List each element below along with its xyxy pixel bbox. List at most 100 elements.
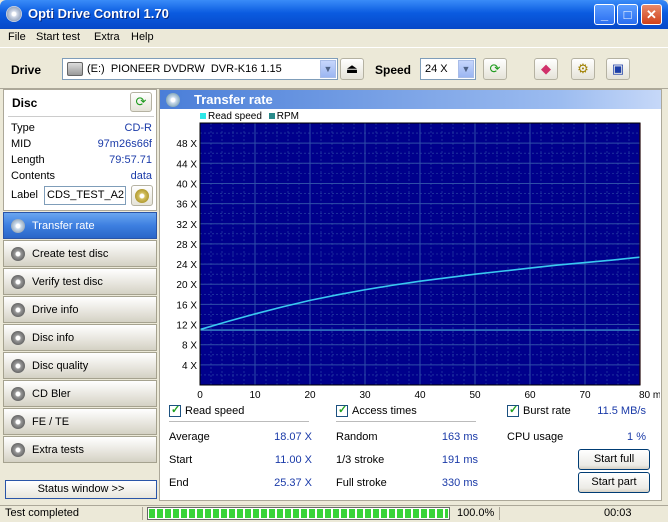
start-label: Start: [169, 454, 193, 466]
menu-extra[interactable]: Extra: [94, 31, 120, 43]
y-tick-label: 40 X: [176, 179, 197, 190]
y-tick-label: 28 X: [176, 240, 197, 251]
chevron-down-icon[interactable]: ▼: [458, 60, 474, 78]
nav-fe-te[interactable]: FE / TE: [3, 408, 157, 435]
floppy-icon: ▣: [611, 61, 625, 76]
progress-fill: [149, 509, 448, 518]
disc-icon: [11, 303, 25, 317]
x-tick-label: 50: [469, 390, 481, 400]
start-part-button[interactable]: Start part: [578, 472, 650, 493]
disc-label-input[interactable]: CDS_TEST_A2: [44, 186, 126, 205]
third-stroke-label: 1/3 stroke: [336, 454, 385, 466]
elapsed-time: 00:03: [604, 507, 632, 519]
end-value: 25.37 X: [274, 477, 312, 489]
maximize-button[interactable]: □: [617, 4, 638, 25]
close-button[interactable]: ✕: [641, 4, 662, 25]
disc-icon: [11, 331, 25, 345]
refresh-icon: ⟳: [135, 94, 147, 109]
status-text: Test completed: [5, 507, 79, 519]
y-tick-label: 8 X: [182, 341, 197, 352]
random-label: Random: [336, 431, 378, 443]
divider: [8, 116, 154, 117]
disc-refresh-button[interactable]: ⟳: [130, 92, 152, 112]
nav-transfer-rate[interactable]: Transfer rate: [3, 212, 157, 239]
disc-mid-value: 97m26s66f: [97, 138, 152, 150]
nav-verify-test-disc[interactable]: Verify test disc: [3, 268, 157, 295]
chevron-down-icon[interactable]: ▼: [320, 60, 336, 78]
x-tick-label: 70: [579, 390, 591, 400]
disc-label-key: Label: [11, 189, 38, 201]
nav-drive-info[interactable]: Drive info: [3, 296, 157, 323]
panel-title: Transfer rate: [194, 92, 273, 107]
speed-select[interactable]: 24 X ▼: [420, 58, 476, 80]
y-tick-label: 32 X: [176, 220, 197, 231]
x-tick-label: 20: [304, 390, 316, 400]
full-stroke-label: Full stroke: [336, 477, 387, 489]
nav-cd-bler[interactable]: CD Bler: [3, 380, 157, 407]
read-speed-checkbox[interactable]: [169, 403, 181, 417]
nav-disc-quality[interactable]: Disc quality: [3, 352, 157, 379]
status-window-button[interactable]: Status window >>: [5, 480, 157, 499]
nav-create-test-disc[interactable]: Create test disc: [3, 240, 157, 267]
save-button[interactable]: ▣: [606, 58, 630, 80]
read-speed-check-label: Read speed: [185, 405, 245, 417]
drive-toolbar: Drive (E:) PIONEER DVDRW DVR-K16 1.15 ▼ …: [0, 47, 668, 89]
minimize-button[interactable]: _: [594, 4, 615, 25]
refresh-button[interactable]: ⟳: [483, 58, 507, 80]
nav-extra-tests[interactable]: Extra tests: [3, 436, 157, 463]
cpu-usage-label: CPU usage: [507, 431, 564, 443]
y-tick-label: 36 X: [176, 200, 197, 211]
third-stroke-value: 191 ms: [441, 454, 478, 466]
disc-icon: [11, 247, 25, 261]
erase-button[interactable]: ◆: [534, 58, 558, 80]
start-value: 11.00 X: [274, 454, 312, 466]
disc-title: Disc: [12, 96, 38, 110]
end-label: End: [169, 477, 189, 489]
window-title: Opti Drive Control 1.70: [28, 6, 169, 21]
drive-select[interactable]: (E:) PIONEER DVDRW DVR-K16 1.15 ▼: [62, 58, 338, 80]
eject-button[interactable]: ⏏: [340, 58, 364, 80]
refresh-icon: ⟳: [489, 61, 501, 76]
y-tick-label: 44 X: [176, 159, 197, 170]
app-disc-icon: [6, 6, 22, 22]
start-full-button[interactable]: Start full: [578, 449, 650, 470]
menu-start-test[interactable]: Start test: [36, 31, 80, 43]
settings-button[interactable]: ⚙: [571, 58, 595, 80]
menu-bar: File Start test Extra Help: [0, 29, 668, 47]
disc-mid-key: MID: [11, 138, 32, 150]
drive-value: (E:) PIONEER DVDRW DVR-K16 1.15: [87, 63, 282, 75]
menu-file[interactable]: File: [8, 31, 26, 43]
y-tick-label: 16 X: [176, 300, 197, 311]
gear-icon: ⚙: [577, 61, 589, 76]
transfer-rate-chart: 4 X 8 X 12 X 16 X 20 X 24 X 28 X 32 X 36 X 40 X 44…: [176, 122, 660, 400]
disc-contents-value: data: [130, 170, 152, 182]
nav-disc-info[interactable]: Disc info: [3, 324, 157, 351]
average-label: Average: [169, 431, 210, 443]
divider: [169, 421, 309, 422]
x-tick-label: 80 min: [639, 390, 660, 400]
menu-help[interactable]: Help: [131, 31, 154, 43]
disc-label-button[interactable]: [131, 185, 153, 206]
y-tick-label: 20 X: [176, 280, 197, 291]
access-times-checkbox[interactable]: [336, 403, 348, 417]
access-times-check-label: Access times: [352, 405, 417, 417]
x-tick-label: 60: [524, 390, 536, 400]
y-tick-label: 12 X: [176, 321, 197, 332]
speed-label: Speed: [375, 63, 412, 77]
eject-icon: ⏏: [345, 61, 359, 76]
y-tick-label: 4 X: [182, 361, 197, 372]
divider: [336, 421, 476, 422]
y-tick-label: 24 X: [176, 260, 197, 271]
cpu-usage-value: 1 %: [627, 431, 646, 443]
disc-length-value: 79:57.71: [109, 154, 152, 166]
disc-length-key: Length: [11, 154, 45, 166]
disc-icon: [11, 359, 25, 373]
drive-icon: [67, 62, 83, 76]
average-value: 18.07 X: [274, 431, 312, 443]
disc-contents-key: Contents: [11, 170, 56, 182]
disc-icon: [11, 415, 25, 429]
disc-icon: [166, 93, 180, 107]
speed-value: 24 X: [425, 63, 448, 75]
disc-icon: [11, 387, 25, 401]
burst-rate-checkbox[interactable]: [507, 403, 519, 417]
